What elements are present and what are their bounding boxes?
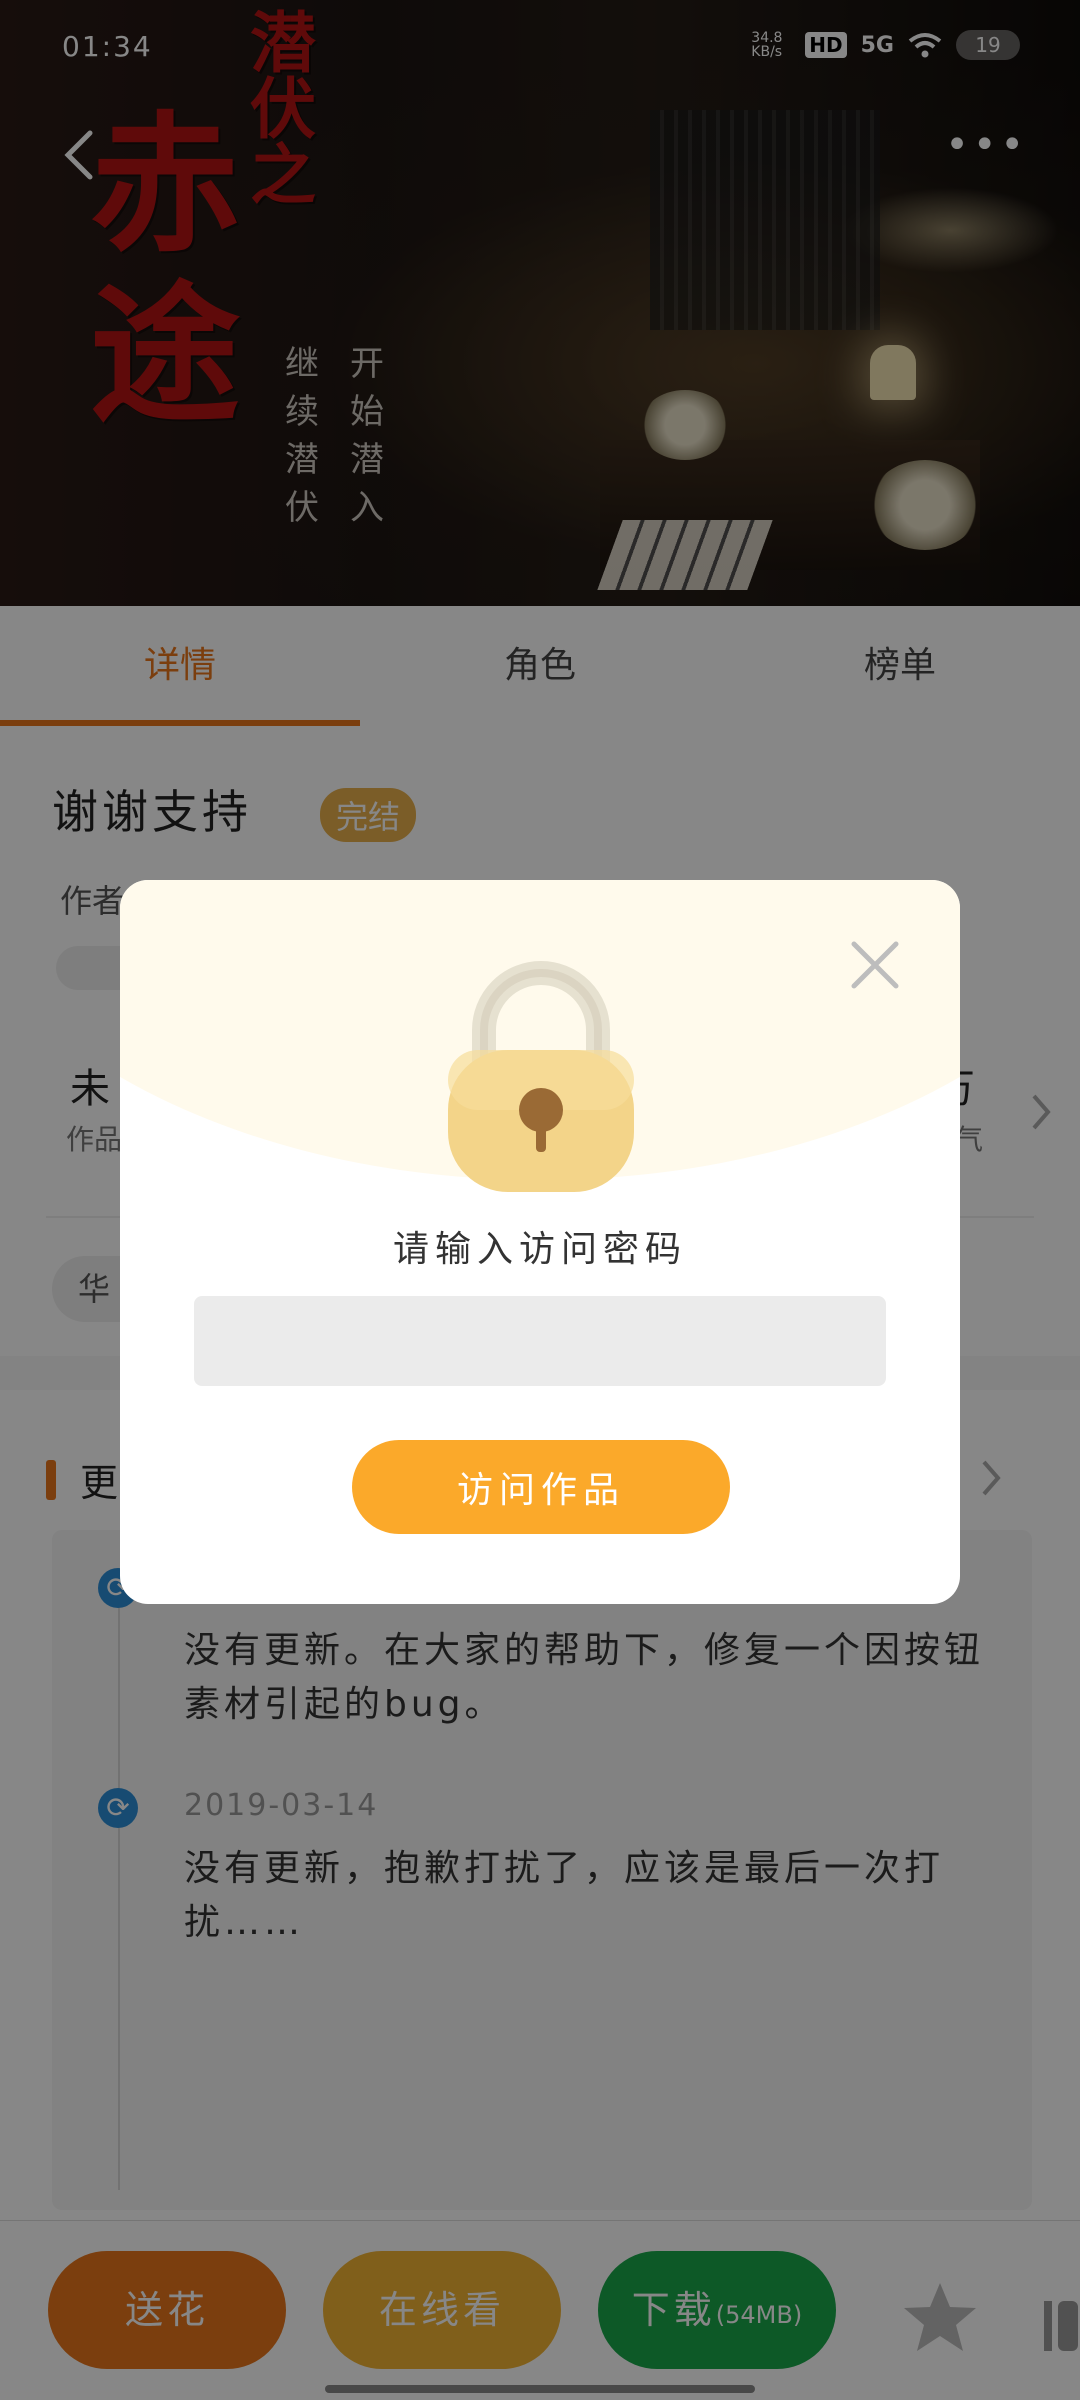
close-icon[interactable]	[848, 938, 902, 992]
lock-icon	[448, 961, 634, 1192]
access-work-button[interactable]: 访问作品	[352, 1440, 730, 1534]
password-dialog: 请输入访问密码 访问作品	[120, 880, 960, 1604]
dialog-prompt: 请输入访问密码	[392, 1229, 687, 1270]
password-input[interactable]	[194, 1296, 886, 1386]
